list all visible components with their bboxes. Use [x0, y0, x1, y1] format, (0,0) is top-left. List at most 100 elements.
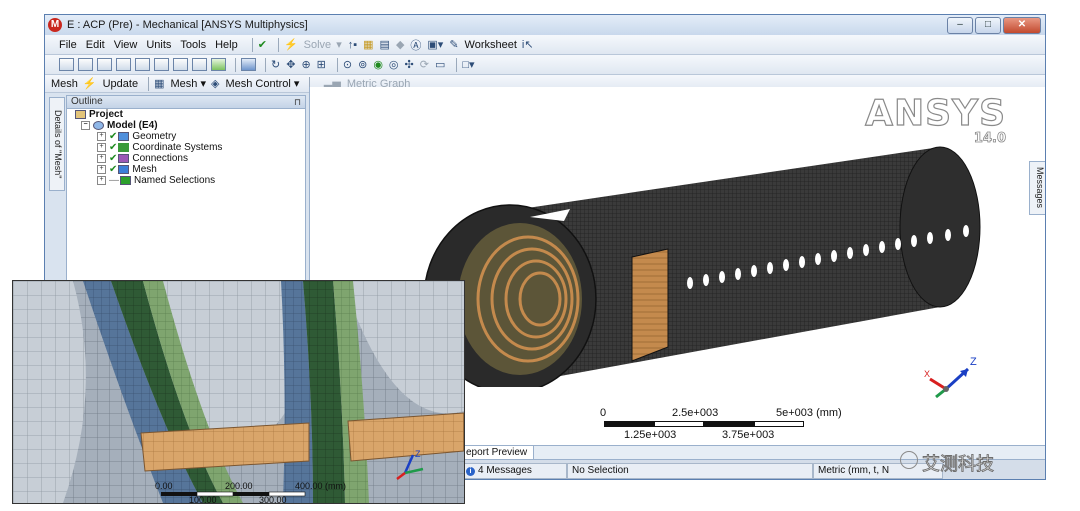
zoom-to-fit-icon[interactable]: ⊙: [343, 58, 352, 71]
print-icon[interactable]: ▭: [435, 58, 445, 71]
collapse-icon[interactable]: −: [81, 120, 90, 130]
outline-header: Outline ⊓: [67, 96, 305, 109]
axis-x-label: X: [924, 369, 930, 379]
scale-label: 5e+003 (mm): [776, 407, 842, 419]
tree-node-coordinate-systems[interactable]: + ✔ Coordinate Systems: [67, 142, 305, 153]
select-xyz-icon[interactable]: [97, 58, 112, 71]
window-cutout-frame: [631, 248, 669, 362]
toolbar-separator: [251, 37, 253, 52]
viewport-layout-icon[interactable]: □▾: [462, 58, 474, 71]
connections-icon: [118, 153, 130, 163]
worksheet-button[interactable]: Worksheet: [465, 39, 517, 51]
tree-node-mesh[interactable]: + ✔ Mesh: [67, 164, 305, 175]
inset-axis-z-label: Z: [415, 449, 421, 459]
image-icon[interactable]: ▣▾: [427, 38, 443, 51]
messages-panel-tab[interactable]: Messages: [1029, 161, 1045, 215]
tree-node-label: Mesh: [132, 164, 157, 175]
menu-view[interactable]: View: [114, 39, 138, 51]
close-button[interactable]: ✕: [1003, 17, 1041, 34]
status-check-icon[interactable]: ✔: [258, 38, 267, 51]
tree-node-named-selections[interactable]: + — Named Selections: [67, 175, 305, 186]
details-panel-tab[interactable]: Details of "Mesh": [49, 97, 65, 191]
solve-dropdown-icon[interactable]: ▾: [336, 38, 342, 51]
check-icon: ✔: [109, 131, 118, 142]
select-vertex-icon[interactable]: [135, 58, 150, 71]
new-analysis-icon[interactable]: ▦: [363, 38, 373, 51]
magnifier-icon[interactable]: ⊚: [358, 58, 367, 71]
select-point-icon[interactable]: [78, 58, 93, 71]
mesh-control-icon: ◈: [210, 78, 220, 90]
maximize-button[interactable]: □: [975, 17, 1001, 34]
mesh-dropdown[interactable]: Mesh ▾: [171, 77, 206, 90]
detail-zoom-inset: 0.00 200.00 400.00 (mm) 100.00 300.00 Z: [12, 280, 465, 504]
tree-node-geometry[interactable]: + ✔ Geometry: [67, 131, 305, 142]
select-face-icon[interactable]: [173, 58, 188, 71]
select-edge-icon[interactable]: [154, 58, 169, 71]
outline-panel: Outline ⊓ Project − Model (E4) + ✔ Geometry…: [66, 95, 306, 285]
ansys-app-icon[interactable]: M: [48, 18, 62, 32]
chart-icon[interactable]: ▤: [380, 38, 390, 51]
minimize-button[interactable]: –: [947, 17, 973, 34]
info-icon: i: [466, 467, 475, 476]
tree-node-project[interactable]: Project: [67, 109, 305, 120]
pan-icon[interactable]: ✥: [286, 58, 295, 71]
menu-toolbar-row: File Edit View Units Tools Help ✔ ⚡ Solv…: [45, 35, 1045, 55]
expand-icon[interactable]: +: [97, 153, 106, 163]
inset-scale-label: 300.00: [259, 495, 287, 503]
select-box-icon[interactable]: [116, 58, 131, 71]
messages-status[interactable]: i4 Messages: [461, 463, 567, 479]
tree-node-model[interactable]: − Model (E4): [67, 120, 305, 131]
select-mode-icon[interactable]: [59, 58, 74, 71]
mesh-control-dropdown[interactable]: Mesh Control ▾: [225, 77, 299, 90]
expand-icon[interactable]: +: [97, 142, 106, 152]
extend-selection-icon[interactable]: [241, 58, 256, 71]
menu-edit[interactable]: Edit: [86, 39, 105, 51]
pin-icon[interactable]: ⊓: [294, 96, 301, 108]
menu-units[interactable]: Units: [146, 39, 171, 51]
previous-view-icon[interactable]: ◉: [373, 58, 383, 71]
set-view-icon[interactable]: ⟳: [420, 58, 429, 71]
toolbar-separator: [265, 57, 266, 72]
solve-button[interactable]: Solve: [304, 39, 332, 51]
expand-icon[interactable]: +: [97, 175, 106, 185]
mesh-icon: [118, 164, 130, 174]
annotation-icon[interactable]: Ⓐ: [410, 37, 421, 53]
select-node-icon[interactable]: [211, 58, 226, 71]
model-icon: [93, 120, 104, 130]
select-body-icon[interactable]: [192, 58, 207, 71]
toolbar-separator: [148, 76, 150, 91]
fuselage-mesh-model[interactable]: [400, 117, 1000, 387]
scale-segment: [704, 421, 754, 427]
scale-label: 0: [600, 407, 607, 419]
solve-icon: ⚡: [283, 39, 298, 51]
tree-node-connections[interactable]: + ✔ Connections: [67, 153, 305, 164]
menu-help[interactable]: Help: [215, 39, 238, 51]
probe-icon[interactable]: ↑▪: [348, 39, 357, 51]
rotate-icon[interactable]: ↻: [271, 58, 280, 71]
title-bar[interactable]: M E : ACP (Pre) - Mechanical [ANSYS Mult…: [45, 15, 1045, 36]
whats-this-icon[interactable]: i↖: [522, 38, 534, 51]
toolbar-separator: [277, 37, 279, 52]
scale-segment: [754, 421, 804, 427]
update-button[interactable]: Update: [103, 78, 138, 90]
window-title: E : ACP (Pre) - Mechanical [ANSYS Multip…: [67, 19, 308, 31]
zoom-icon[interactable]: ⊕: [301, 58, 310, 71]
inset-scale-label: 200.00: [225, 481, 253, 491]
tree-node-label: Model (E4): [107, 120, 158, 131]
iso-view-icon[interactable]: ✣: [405, 58, 414, 71]
tab-report-preview[interactable]: eport Preview: [463, 446, 535, 460]
box-zoom-icon[interactable]: ⊞: [317, 58, 326, 71]
next-view-icon[interactable]: ◎: [389, 58, 399, 71]
comment-icon[interactable]: ◆: [396, 38, 404, 51]
menu-tools[interactable]: Tools: [180, 39, 206, 51]
mesh-menu-icon: ▦: [154, 78, 165, 90]
check-icon: ✔: [109, 142, 118, 153]
expand-icon[interactable]: +: [97, 164, 106, 174]
menu-file[interactable]: File: [59, 39, 77, 51]
expand-icon[interactable]: +: [97, 131, 106, 141]
wechat-icon: [900, 451, 918, 469]
messages-count: 4 Messages: [478, 465, 532, 476]
scale-segment: [604, 421, 654, 427]
dash-icon: —: [109, 175, 119, 186]
window-controls: – □ ✕: [947, 17, 1041, 34]
